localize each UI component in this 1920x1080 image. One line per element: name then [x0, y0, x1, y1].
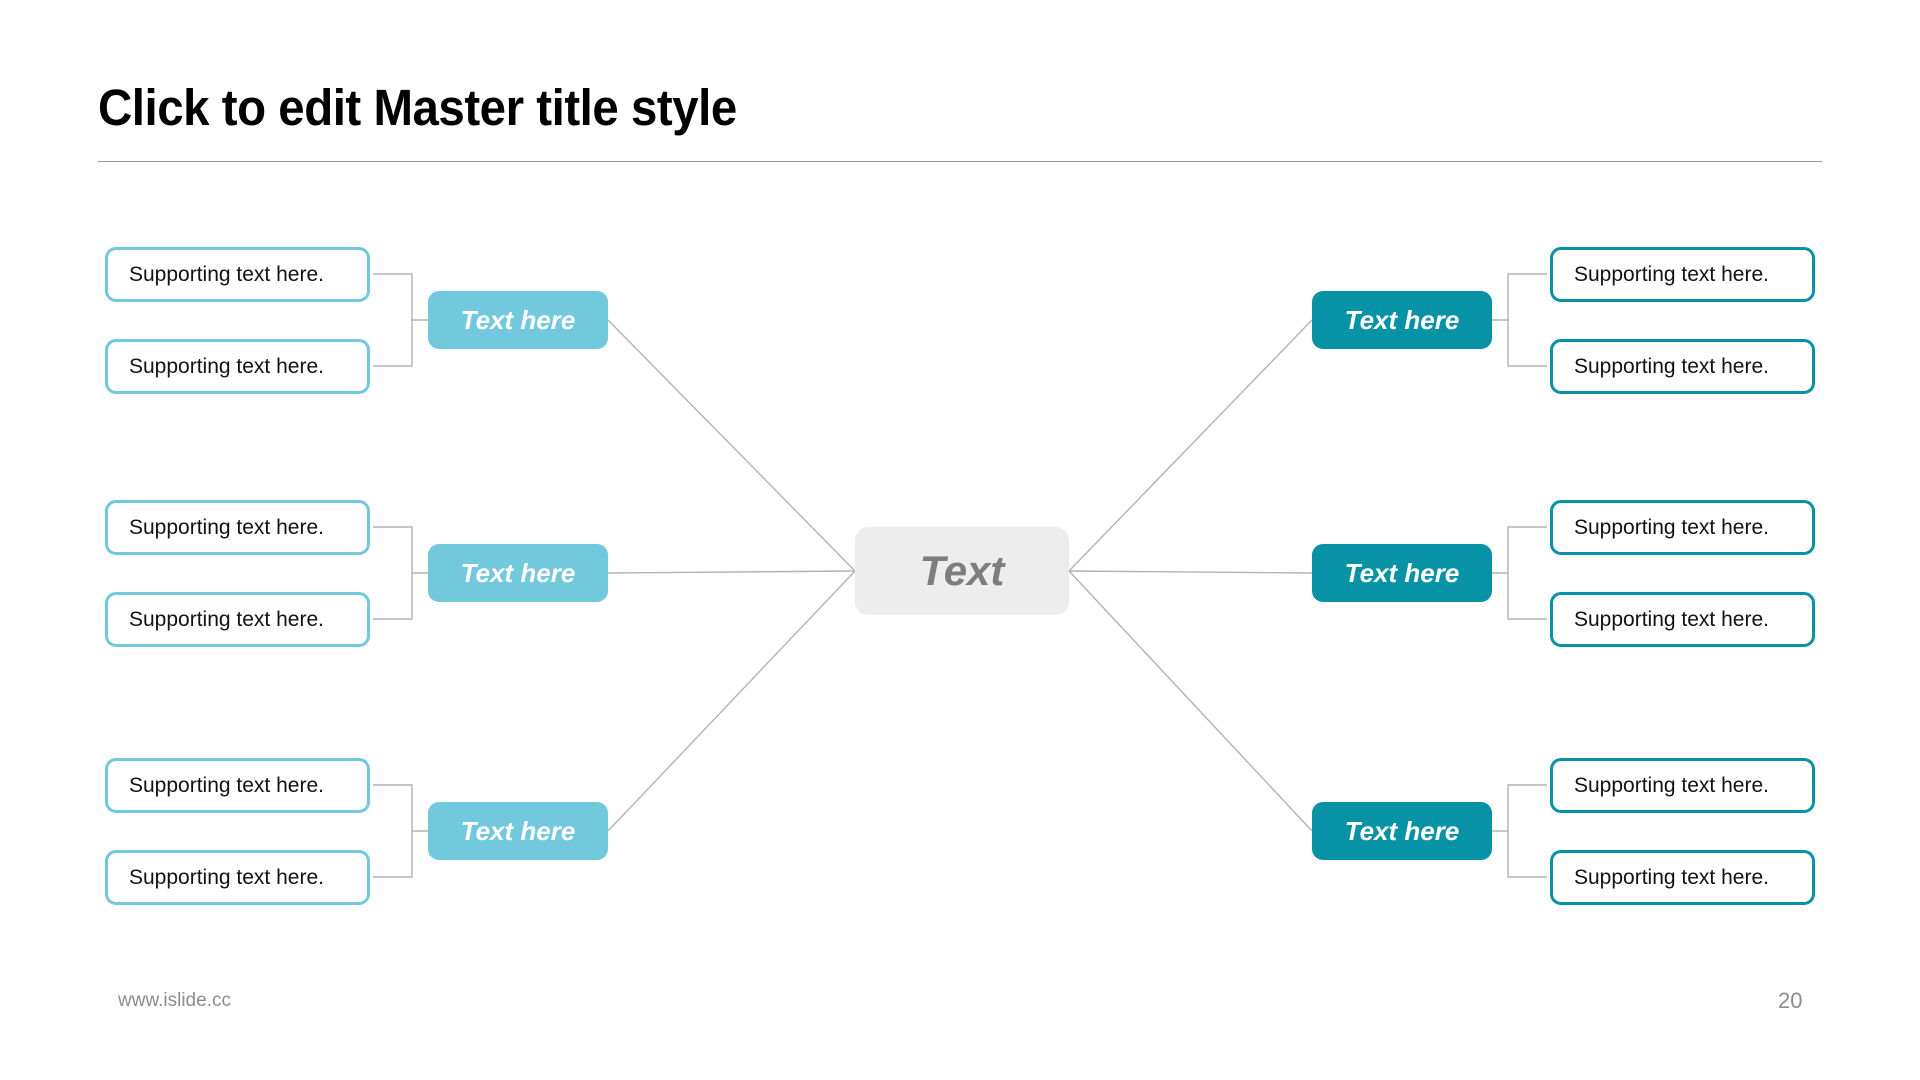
branch-label: Text here: [460, 304, 576, 335]
support-label: Supporting text here.: [1574, 607, 1769, 631]
branch-box-right-2[interactable]: Text here: [1312, 544, 1492, 602]
support-box-right-2-1[interactable]: Supporting text here.: [1550, 500, 1815, 555]
support-label: Supporting text here.: [129, 354, 324, 378]
support-label: Supporting text here.: [1574, 773, 1769, 797]
support-label: Supporting text here.: [129, 865, 324, 889]
center-node-label: Text: [919, 547, 1005, 594]
branch-box-right-3[interactable]: Text here: [1312, 802, 1492, 860]
support-label: Supporting text here.: [1574, 262, 1769, 286]
support-label: Supporting text here.: [129, 607, 324, 631]
support-box-left-2-1[interactable]: Supporting text here.: [105, 500, 370, 555]
support-label: Supporting text here.: [1574, 515, 1769, 539]
branch-box-right-1[interactable]: Text here: [1312, 291, 1492, 349]
support-box-left-1-2[interactable]: Supporting text here.: [105, 339, 370, 394]
support-box-right-1-2[interactable]: Supporting text here.: [1550, 339, 1815, 394]
branch-box-left-3[interactable]: Text here: [428, 802, 608, 860]
support-box-left-2-2[interactable]: Supporting text here.: [105, 592, 370, 647]
support-box-left-1-1[interactable]: Supporting text here.: [105, 247, 370, 302]
support-box-left-3-1[interactable]: Supporting text here.: [105, 758, 370, 813]
branch-label: Text here: [1344, 815, 1460, 846]
footer-page-number: 20: [1778, 988, 1803, 1013]
branch-label: Text here: [460, 815, 576, 846]
support-label: Supporting text here.: [129, 515, 324, 539]
support-box-right-2-2[interactable]: Supporting text here.: [1550, 592, 1815, 647]
branch-box-left-2[interactable]: Text here: [428, 544, 608, 602]
slide-canvas: Click to edit Master title style Support…: [0, 0, 1920, 1080]
branch-label: Text here: [460, 557, 576, 588]
footer-url[interactable]: www.islide.cc: [118, 990, 231, 1012]
support-box-right-3-1[interactable]: Supporting text here.: [1550, 758, 1815, 813]
support-label: Supporting text here.: [1574, 354, 1769, 378]
support-box-right-3-2[interactable]: Supporting text here.: [1550, 850, 1815, 905]
support-label: Supporting text here.: [129, 773, 324, 797]
branch-box-left-1[interactable]: Text here: [428, 291, 608, 349]
support-box-right-1-1[interactable]: Supporting text here.: [1550, 247, 1815, 302]
branch-label: Text here: [1344, 557, 1460, 588]
branch-label: Text here: [1344, 304, 1460, 335]
support-box-left-3-2[interactable]: Supporting text here.: [105, 850, 370, 905]
support-label: Supporting text here.: [129, 262, 324, 286]
support-label: Supporting text here.: [1574, 865, 1769, 889]
center-node[interactable]: Text: [855, 527, 1069, 615]
